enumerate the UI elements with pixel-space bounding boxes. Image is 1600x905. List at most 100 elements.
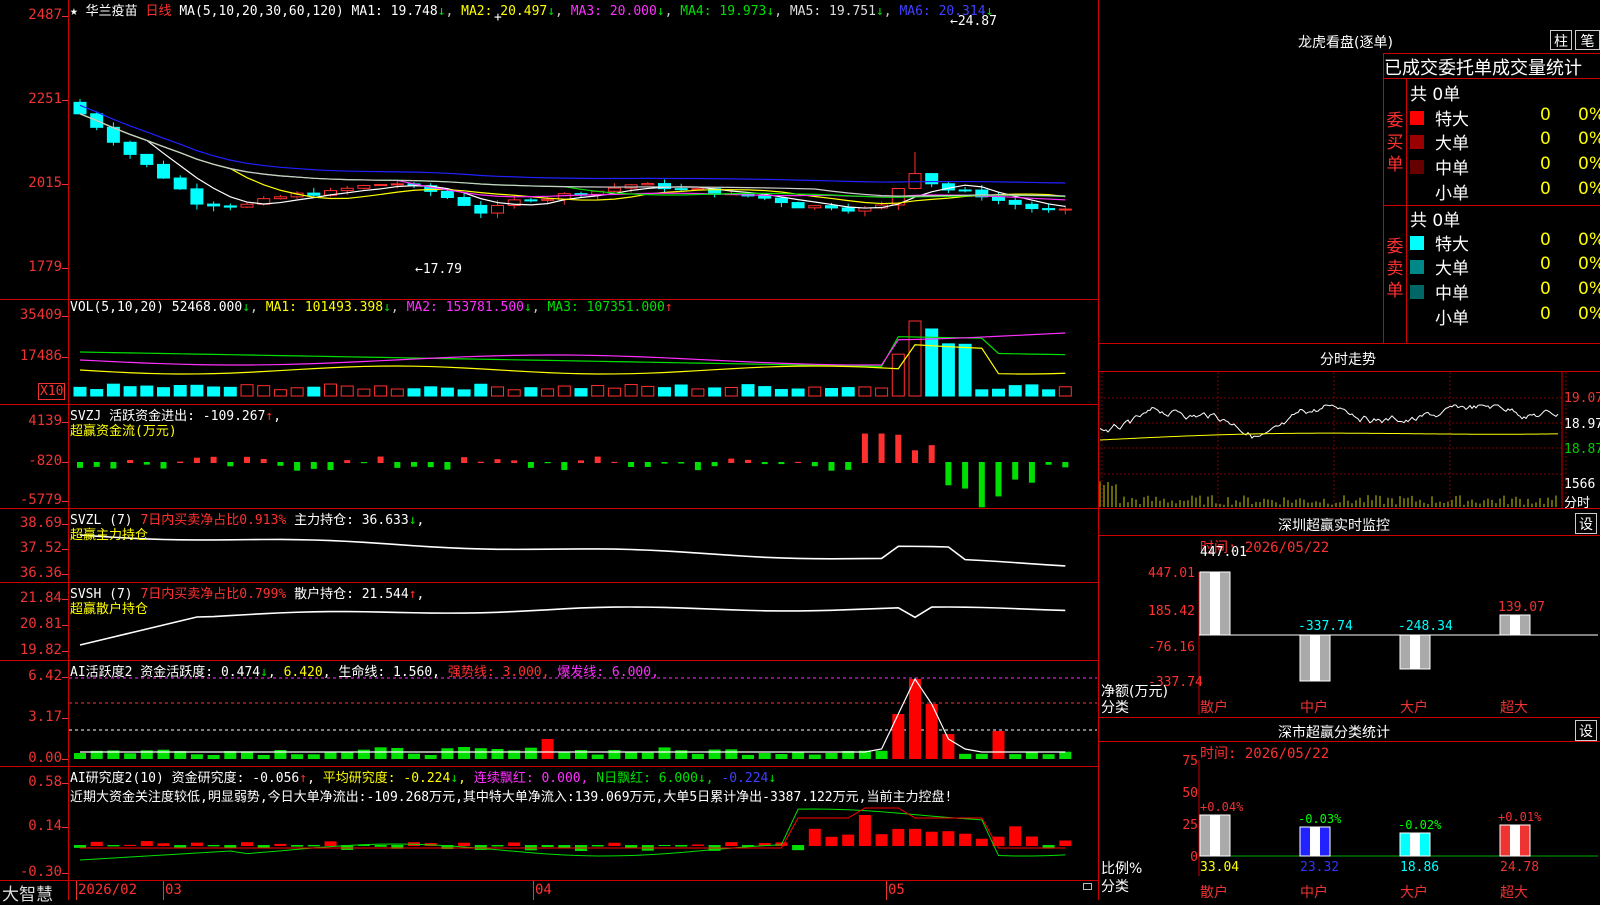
monitor-settings-button[interactable]: 设 [1575, 513, 1597, 534]
activity-bar [424, 754, 437, 759]
candle [491, 205, 504, 214]
ai-activity-chart[interactable] [69, 677, 1097, 759]
tick [62, 422, 68, 423]
research-bar [591, 845, 604, 847]
arrow-down-icon: ↓ [697, 771, 706, 786]
divider [1099, 717, 1600, 718]
flow-bar [127, 460, 134, 463]
ai-research-chart[interactable] [74, 807, 1072, 861]
period-label[interactable]: 日线 [146, 4, 172, 19]
activity-bar [825, 752, 838, 759]
volume-bar [390, 388, 404, 397]
arrow-down-icon: ↓ [875, 4, 884, 19]
stats-bar-highlight [1210, 815, 1220, 856]
candle [908, 173, 922, 189]
volume-chart[interactable] [73, 320, 1072, 397]
bar-mode-button[interactable]: 柱 [1550, 30, 1572, 50]
tick-mode-button[interactable]: 笔 [1575, 30, 1600, 50]
buy-row-value: 0 [1540, 129, 1551, 149]
flow-bar [728, 458, 735, 463]
low-value: 17.79 [422, 262, 462, 277]
research-bar [1009, 826, 1022, 846]
volume-bar [541, 388, 555, 397]
buy-row-value: 0 [1540, 179, 1551, 199]
sell-row-value: 0 [1540, 279, 1551, 299]
price-axis-label: 2487 [28, 7, 62, 23]
volume-bar [440, 387, 454, 397]
flow-bar [995, 462, 1002, 497]
activity-bar [909, 679, 921, 759]
longhu-title: 龙虎看盘(逐单) [1298, 35, 1393, 51]
research-bar [942, 831, 955, 846]
buy-side-label: 委买单 [1386, 111, 1404, 175]
lock-icon[interactable] [1083, 883, 1092, 890]
svzj-axis-label: 4139 [28, 413, 62, 429]
monitor-axis-label: -76.16 [1148, 640, 1195, 655]
tick [62, 316, 68, 317]
svzl-chart[interactable] [79, 534, 1066, 567]
volume-bar [891, 353, 905, 397]
svsh-axis-label: 20.81 [19, 616, 62, 632]
flow-bar [861, 433, 868, 463]
candle [641, 183, 655, 186]
activity-bar [124, 753, 137, 759]
arrow-down-icon: ↓ [450, 771, 459, 786]
ai2-n-red: N日飘红: 6.000 [596, 771, 698, 786]
candle [825, 205, 838, 209]
flow-bar [578, 460, 584, 463]
activity-bar [992, 731, 1005, 759]
svzj-chart[interactable] [77, 433, 1069, 508]
activity-bar [291, 754, 304, 759]
volume-bar [1008, 385, 1022, 397]
price-chart[interactable] [73, 99, 1072, 218]
separator: , [416, 587, 425, 602]
flow-bar [394, 462, 401, 468]
research-bar [291, 845, 304, 847]
sell-row-label: 大单 [1435, 259, 1469, 279]
volume-bar [524, 387, 538, 397]
research-bar [190, 842, 203, 846]
flow-bar [344, 460, 351, 463]
stats-category: 超大 [1500, 885, 1528, 901]
activity-bar [524, 747, 537, 759]
svsh-chart[interactable] [79, 606, 1066, 646]
monitor-bar [1199, 571, 1231, 636]
volume-bar [691, 388, 705, 397]
stats-change: +0.01% [1498, 810, 1542, 824]
candle [607, 187, 621, 192]
stats-settings-button[interactable]: 设 [1575, 720, 1597, 741]
volume-bar [491, 386, 504, 397]
stats-axis-label: 75 [1182, 754, 1198, 769]
stats-title: 深市超赢分类统计 [1278, 725, 1390, 741]
sell-row-label: 中单 [1435, 284, 1469, 304]
candle [207, 203, 221, 207]
vol-unit-badge[interactable]: X10 [38, 383, 66, 400]
flow-bar [561, 462, 568, 471]
flow-bar [377, 456, 384, 463]
stats-bar-highlight [1310, 827, 1320, 856]
arrow-down-icon: ↓ [766, 4, 775, 19]
vol-ma2: MA2: 153781.500 [406, 300, 524, 315]
volume-bar [724, 386, 738, 397]
intraday-axis-label: 19.07 [1564, 391, 1600, 406]
arrow-down-icon: ↓ [242, 300, 251, 315]
svsh-value: 散户持仓: 21.544 [294, 587, 409, 602]
date-label: 03 [165, 882, 182, 898]
stats-axis-label: 50 [1182, 786, 1198, 801]
flow-bar [711, 462, 718, 467]
brand-logo[interactable]: 大智慧 [2, 880, 53, 905]
flow-bar [694, 462, 701, 471]
volume-bar [992, 388, 1005, 397]
divider [1099, 535, 1600, 536]
activity-bar [625, 752, 638, 759]
price-axis-label: 1779 [28, 259, 62, 275]
svzl-title: 超赢主力持仓 [70, 528, 149, 543]
divider [1099, 741, 1600, 742]
separator: , [432, 665, 440, 680]
stats-value: 33.04 [1200, 860, 1240, 875]
ai1-axis-label: 3.17 [28, 709, 62, 725]
monitor-xlabel: 分类 [1101, 700, 1129, 716]
activity-bar [474, 748, 487, 759]
activity-bar [257, 754, 270, 759]
vol-value: 52468.000 [171, 300, 243, 315]
